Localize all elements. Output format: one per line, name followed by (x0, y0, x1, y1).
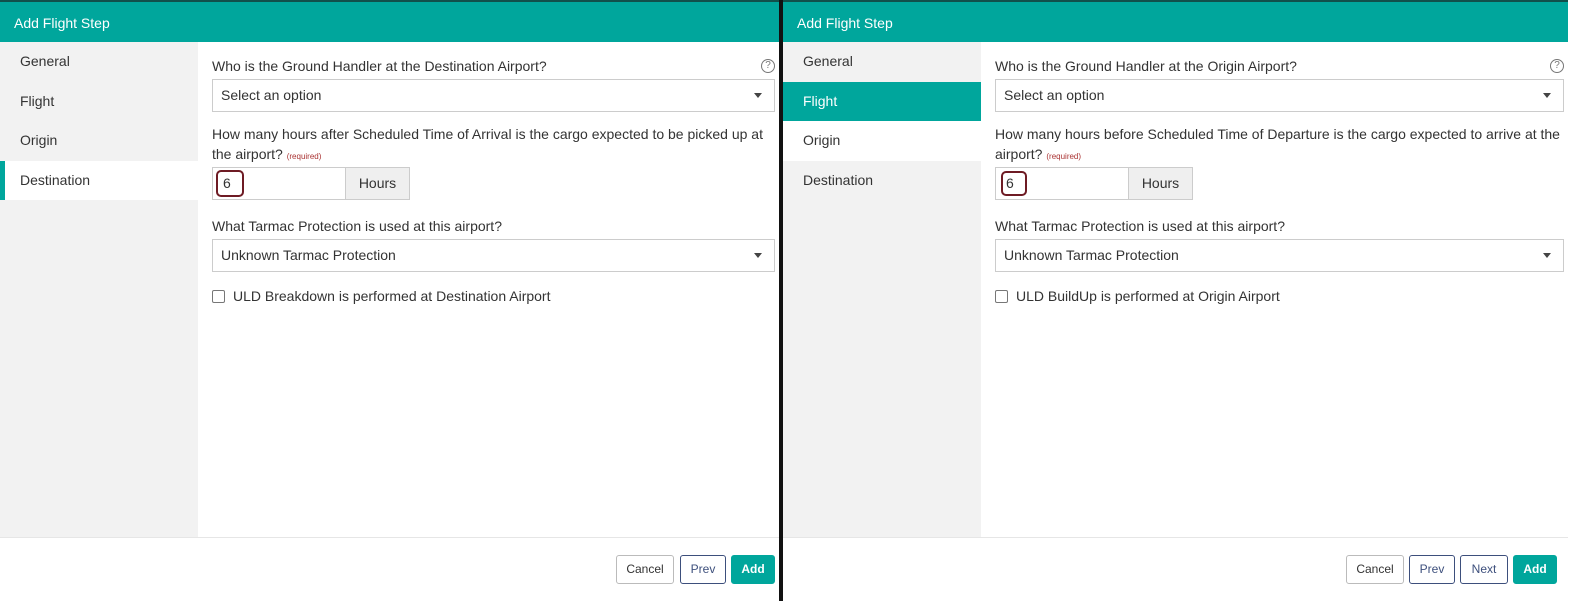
required-label: (required) (286, 152, 322, 161)
sidebar-item-general[interactable]: General (0, 42, 198, 82)
uld-breakdown-checkbox[interactable] (212, 289, 225, 303)
cancel-button[interactable]: Cancel (616, 555, 674, 584)
page-edge (1568, 0, 1585, 601)
add-button[interactable]: Add (1513, 555, 1557, 584)
hours-addon: Hours (346, 167, 410, 200)
highlight-box (1001, 171, 1027, 196)
help-icon[interactable]: ? (761, 59, 775, 73)
tarmac-protection-question: What Tarmac Protection is used at this a… (995, 218, 1285, 234)
chevron-down-icon (754, 93, 762, 98)
sidebar-item-flight[interactable]: Flight (0, 82, 198, 122)
sidebar-item-origin[interactable]: Origin (0, 121, 198, 161)
ground-handler-select[interactable]: Select an option (995, 79, 1564, 112)
arrival-hours-input[interactable]: 6 (995, 167, 1129, 200)
ground-handler-question: Who is the Ground Handler at the Origin … (995, 58, 1297, 74)
uld-buildup-row: ULD BuildUp is performed at Origin Airpo… (995, 288, 1564, 304)
tarmac-protection-select[interactable]: Unknown Tarmac Protection (212, 239, 775, 272)
sidebar-item-general[interactable]: General (783, 42, 981, 82)
arrival-hours-group: 6 Hours (995, 167, 1564, 200)
step-sidebar: General Flight Origin Destination (783, 42, 981, 537)
sidebar-item-destination[interactable]: Destination (783, 161, 981, 201)
dialog-footer: Cancel Prev Add (0, 537, 779, 601)
dialog-title: Add Flight Step (783, 0, 1568, 42)
uld-breakdown-label: ULD Breakdown is performed at Destinatio… (233, 288, 551, 304)
help-icon[interactable]: ? (1550, 59, 1564, 73)
chevron-down-icon (1543, 93, 1551, 98)
form-content: Who is the Ground Handler at the Origin … (981, 42, 1568, 537)
dialog-footer: Cancel Prev Next Add (783, 537, 1568, 601)
prev-button[interactable]: Prev (680, 555, 726, 584)
required-label: (required) (1046, 152, 1082, 161)
tarmac-protection-question: What Tarmac Protection is used at this a… (212, 218, 502, 234)
tarmac-protection-select-value: Unknown Tarmac Protection (221, 247, 396, 263)
chevron-down-icon (1543, 253, 1551, 258)
pickup-hours-input[interactable]: 6 (212, 167, 346, 200)
ground-handler-question: Who is the Ground Handler at the Destina… (212, 58, 547, 74)
form-content: Who is the Ground Handler at the Destina… (198, 42, 779, 537)
add-flight-step-dialog-destination: Add Flight Step General Flight Origin De… (0, 0, 779, 601)
step-sidebar: General Flight Origin Destination (0, 42, 198, 537)
uld-buildup-checkbox[interactable] (995, 289, 1008, 303)
uld-breakdown-row: ULD Breakdown is performed at Destinatio… (212, 288, 775, 304)
cancel-button[interactable]: Cancel (1346, 555, 1404, 584)
dialog-title: Add Flight Step (0, 0, 779, 42)
sidebar-item-origin[interactable]: Origin (783, 121, 981, 161)
next-button[interactable]: Next (1460, 555, 1508, 584)
ground-handler-select-value: Select an option (221, 87, 322, 103)
uld-buildup-label: ULD BuildUp is performed at Origin Airpo… (1016, 288, 1280, 304)
sidebar-item-destination[interactable]: Destination (0, 160, 198, 200)
tarmac-protection-select[interactable]: Unknown Tarmac Protection (995, 239, 1564, 272)
ground-handler-select[interactable]: Select an option (212, 79, 775, 112)
prev-button[interactable]: Prev (1409, 555, 1455, 584)
ground-handler-select-value: Select an option (1004, 87, 1105, 103)
add-button[interactable]: Add (731, 555, 775, 584)
highlight-box (216, 170, 244, 197)
add-flight-step-dialog-origin: Add Flight Step General Flight Origin De… (783, 0, 1568, 601)
hours-addon: Hours (1129, 167, 1193, 200)
chevron-down-icon (754, 253, 762, 258)
tarmac-protection-select-value: Unknown Tarmac Protection (1004, 247, 1179, 263)
pickup-hours-group: 6 Hours (212, 167, 775, 200)
sidebar-item-flight[interactable]: Flight (783, 81, 981, 121)
